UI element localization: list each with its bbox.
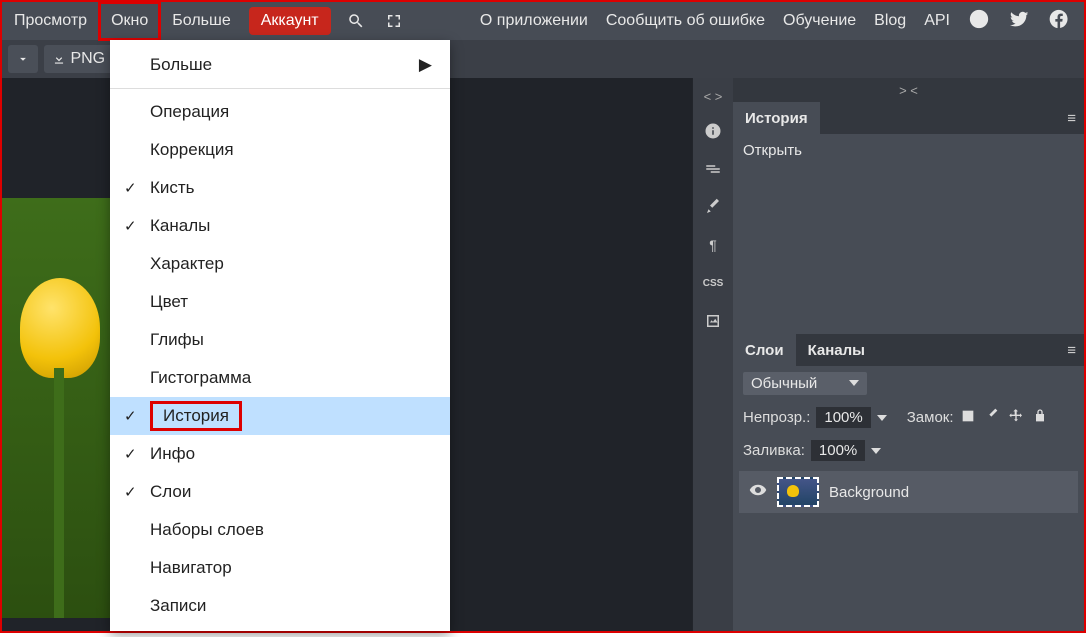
facebook-icon[interactable] <box>1048 8 1070 35</box>
submenu-arrow-icon: ▶ <box>419 55 432 75</box>
fullscreen-icon[interactable] <box>381 8 407 34</box>
link-learn[interactable]: Обучение <box>783 12 856 30</box>
history-tab[interactable]: История <box>733 102 820 134</box>
panel-menu-icon[interactable]: ≡ <box>1067 110 1076 127</box>
menu-window[interactable]: Окно <box>99 2 160 40</box>
image-icon[interactable] <box>698 306 728 336</box>
dropdown-item-layer-comps[interactable]: Наборы слоев <box>110 511 450 549</box>
code-mark-left: < > <box>704 84 723 108</box>
menu-view[interactable]: Просмотр <box>2 2 99 40</box>
twitter-icon[interactable] <box>1008 8 1030 35</box>
layer-controls: Обычный <box>733 366 1084 401</box>
canvas-image <box>2 198 112 618</box>
blend-mode-select[interactable]: Обычный <box>743 372 867 395</box>
check-icon: ✓ <box>124 217 137 235</box>
link-report[interactable]: Сообщить об ошибке <box>606 12 765 30</box>
fill-dropdown-icon[interactable] <box>871 448 881 454</box>
visibility-icon[interactable] <box>749 481 767 503</box>
dropdown-item-character[interactable]: Характер <box>110 245 450 283</box>
lock-brush-icon[interactable] <box>984 408 1000 428</box>
menubar: Просмотр Окно Больше Аккаунт О приложени… <box>2 2 1084 40</box>
dropdown-item-correction[interactable]: Коррекция <box>110 131 450 169</box>
undo-chip[interactable] <box>8 45 38 73</box>
check-icon: ✓ <box>124 445 137 463</box>
right-links: О приложении Сообщить об ошибке Обучение… <box>480 8 1070 35</box>
lock-move-icon[interactable] <box>1008 408 1024 428</box>
dropdown-item-layers[interactable]: ✓Слои <box>110 473 450 511</box>
search-icon[interactable] <box>343 8 369 34</box>
link-api[interactable]: API <box>924 12 950 30</box>
dropdown-item-info[interactable]: ✓Инфо <box>110 435 450 473</box>
dropdown-item-history[interactable]: ✓История <box>110 397 450 435</box>
paragraph-icon[interactable]: ¶ <box>698 230 728 260</box>
layer-name[interactable]: Background <box>829 484 909 501</box>
check-icon: ✓ <box>124 407 137 425</box>
opacity-dropdown-icon[interactable] <box>877 415 887 421</box>
dropdown-item-histogram[interactable]: Гистограмма <box>110 359 450 397</box>
png-label: PNG <box>70 50 105 68</box>
dropdown-item-brush[interactable]: ✓Кисть <box>110 169 450 207</box>
layers-panel-header: Слои Каналы ≡ <box>733 334 1084 366</box>
sliders-icon[interactable] <box>698 154 728 184</box>
link-blog[interactable]: Blog <box>874 12 906 30</box>
dropdown-item-glyphs[interactable]: Глифы <box>110 321 450 359</box>
window-dropdown: Больше ▶ Операция Коррекция ✓Кисть ✓Кана… <box>110 40 450 631</box>
lock-label: Замок: <box>907 409 954 426</box>
code-mark-right: > < <box>733 78 1084 102</box>
check-icon: ✓ <box>124 179 137 197</box>
fill-value[interactable]: 100% <box>811 440 865 461</box>
dropdown-item-navigator[interactable]: Навигатор <box>110 549 450 587</box>
opacity-value[interactable]: 100% <box>816 407 870 428</box>
dropdown-more[interactable]: Больше ▶ <box>110 46 450 84</box>
reddit-icon[interactable] <box>968 8 990 35</box>
check-icon: ✓ <box>124 483 137 501</box>
brush-icon[interactable] <box>698 192 728 222</box>
layer-thumbnail <box>777 477 819 507</box>
dropdown-item-color[interactable]: Цвет <box>110 283 450 321</box>
link-about[interactable]: О приложении <box>480 12 588 30</box>
lock-all-icon[interactable] <box>1032 408 1048 428</box>
fill-label: Заливка: <box>743 442 805 459</box>
history-panel-body: Открыть <box>733 134 1084 334</box>
history-entry[interactable]: Открыть <box>743 142 1074 159</box>
menu-more[interactable]: Больше <box>160 2 242 40</box>
dropdown-item-notes[interactable]: Записи <box>110 587 450 625</box>
layer-row-background[interactable]: Background <box>739 471 1078 513</box>
channels-tab[interactable]: Каналы <box>796 334 877 366</box>
dropdown-item-channels[interactable]: ✓Каналы <box>110 207 450 245</box>
dropdown-item-operation[interactable]: Операция <box>110 93 450 131</box>
panel-menu-icon[interactable]: ≡ <box>1067 342 1076 359</box>
menu-account[interactable]: Аккаунт <box>249 7 331 35</box>
history-panel-header: История ≡ <box>733 102 1084 134</box>
css-icon[interactable]: CSS <box>698 268 728 298</box>
info-icon[interactable] <box>698 116 728 146</box>
side-tool-strip: < > ¶ CSS <box>693 78 733 631</box>
lock-transparency-icon[interactable] <box>960 408 976 428</box>
opacity-label: Непрозр.: <box>743 409 810 426</box>
layers-tab[interactable]: Слои <box>733 334 796 366</box>
